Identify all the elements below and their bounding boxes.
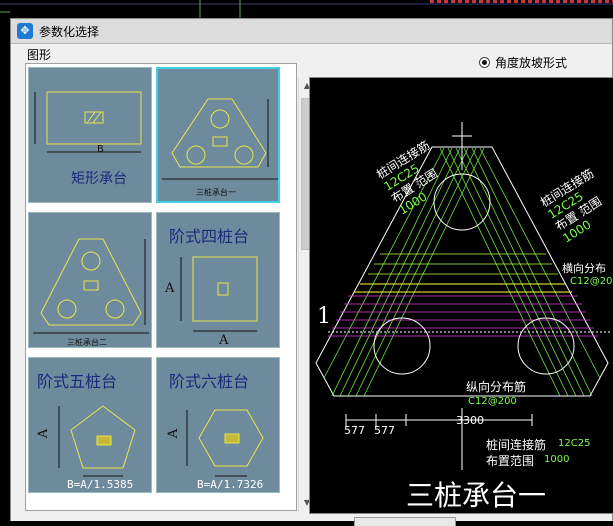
thumbnail-label: 三桩承台一 [196,188,236,197]
thumbnail-stepped-four-pile[interactable]: 阶式四桩台 A A [156,212,280,348]
thumbnail-stepped-five-pile[interactable]: 阶式五桩台 A B=A/1.5385 [28,357,152,493]
preview-transverse-label: 横向分布 [562,262,606,275]
footer-button[interactable] [354,517,456,526]
shape-list: B 矩形承台 三桩承台一 三桩承台二 阶式四桩台 A A 阶式五桩台 A B=A… [25,63,297,511]
thumbnail-label: 阶式四桩台 [169,227,250,246]
preview-dim-2: 3300 [456,414,484,427]
thumbnail-three-pile-cap-1[interactable]: 三桩承台一 [156,67,280,203]
preview-transverse-spec: C12@20 [570,276,613,287]
preview-index-label: 1 [317,304,331,329]
radio-checked-icon[interactable] [479,57,490,68]
thumbnail-three-pile-cap-2[interactable]: 三桩承台二 [28,212,152,348]
thumbnail-formula: B=A/1.7326 [197,478,264,491]
preview-dim-0: 577 [344,424,365,437]
thumbnail-stepped-six-pile[interactable]: 阶式六桩台 A B=A/1.7326 [156,357,280,493]
preview-dim-1: 577 [374,424,395,437]
preview-bottom-label-1: 布置范围 [486,454,535,468]
preview-canvas: 1 桩间连接筋 12C25 布置 范围 1000 桩间连接筋 12C25 布置 … [309,77,613,514]
slope-angle-option[interactable]: 角度放坡形式 [479,54,567,71]
thumbnail-label: 阶式六桩台 [169,372,250,391]
slope-angle-option-label: 角度放坡形式 [495,56,568,70]
window-title: 参数化选择 [39,25,100,39]
preview-bottom-label-0: 桩间连接筋 [486,438,547,452]
preview-bottom-range: 1000 [544,454,570,465]
thumbnail-dim-a: A [166,428,182,439]
preview-longitudinal-spec: C12@200 [468,396,517,407]
parametric-select-dialog: ✥ 参数化选择 图形 B 矩形承台 三桩承台一 三桩承台二 阶式四桩台 A A … [10,18,613,526]
thumbnail-label: 三桩承台二 [67,338,107,347]
group-label-shape: 图形 [27,48,52,62]
thumbnail-label: 阶式五桩台 [37,372,118,391]
thumbnail-label: 矩形承台 [71,171,127,187]
thumbnail-dim-a: A [165,281,175,296]
thumbnail-dim-b: B [97,144,104,155]
preview-title: 三桩承台一 [406,479,547,512]
thumbnail-formula: B=A/1.5385 [67,478,134,491]
preview-longitudinal-label: 纵向分布筋 [466,380,527,394]
thumbnail-dim-a: A [36,428,52,439]
app-icon: ✥ [17,23,33,39]
preview-bottom-spec: 12C25 [558,438,591,449]
thumbnail-rect-cap[interactable]: B 矩形承台 [28,67,152,203]
dialog-footer [11,515,612,521]
thumbnail-dim-a2: A [219,333,229,348]
title-bar[interactable]: ✥ 参数化选择 [11,19,612,44]
